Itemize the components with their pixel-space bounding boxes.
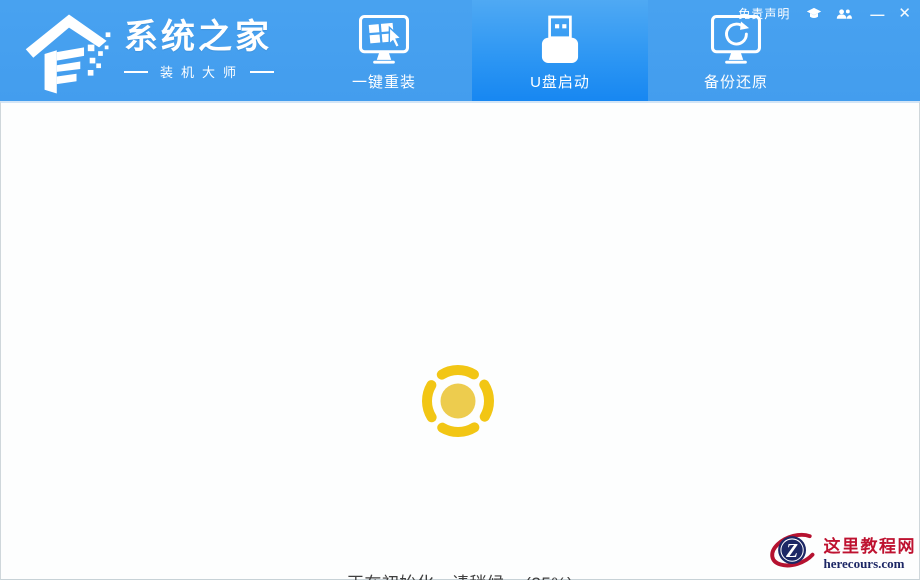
tab-one-click-reinstall[interactable]: 一键重装 (296, 0, 472, 101)
usb-drive-icon (532, 11, 588, 69)
brand-text: 系统之家 装机大师 (124, 18, 274, 81)
tab-label: U盘启动 (530, 71, 590, 92)
content-area: 正在初始化，请稍候... (25%) Z 这里教程网 herecours.com (0, 101, 920, 580)
watermark-site-domain: herecours.com (824, 556, 917, 571)
watermark-site-name: 这里教程网 (824, 537, 917, 556)
house-logo-icon (22, 10, 116, 103)
app-title: 系统之家 (124, 18, 274, 56)
loading-spinner (419, 362, 497, 445)
monitor-windows-icon (356, 11, 412, 69)
subtitle-dash-right (250, 71, 274, 73)
app-subtitle: 装机大师 (160, 62, 244, 81)
topbar: 免责声明 — ✕ (738, 5, 911, 22)
close-button[interactable]: ✕ (898, 7, 911, 21)
graduation-cap-icon[interactable] (806, 7, 822, 20)
watermark-texts: 这里教程网 herecours.com (824, 537, 917, 571)
disclaimer-link[interactable]: 免责声明 (738, 5, 790, 22)
title-bar: 系统之家 装机大师 (0, 0, 920, 101)
tab-usb-boot[interactable]: U盘启动 (472, 0, 648, 101)
watermark-logo-icon: Z (767, 530, 819, 577)
app-subtitle-row: 装机大师 (124, 62, 274, 81)
tab-label: 一键重装 (352, 71, 416, 92)
watermark-monogram: Z (785, 541, 798, 562)
app-window: 系统之家 装机大师 (0, 0, 920, 580)
minimize-button[interactable]: — (870, 7, 884, 21)
tab-label: 备份还原 (704, 71, 768, 92)
site-watermark: Z 这里教程网 herecours.com (767, 530, 917, 577)
subtitle-dash-left (124, 71, 148, 73)
users-icon[interactable] (836, 8, 852, 20)
brand: 系统之家 装机大师 (22, 6, 274, 103)
